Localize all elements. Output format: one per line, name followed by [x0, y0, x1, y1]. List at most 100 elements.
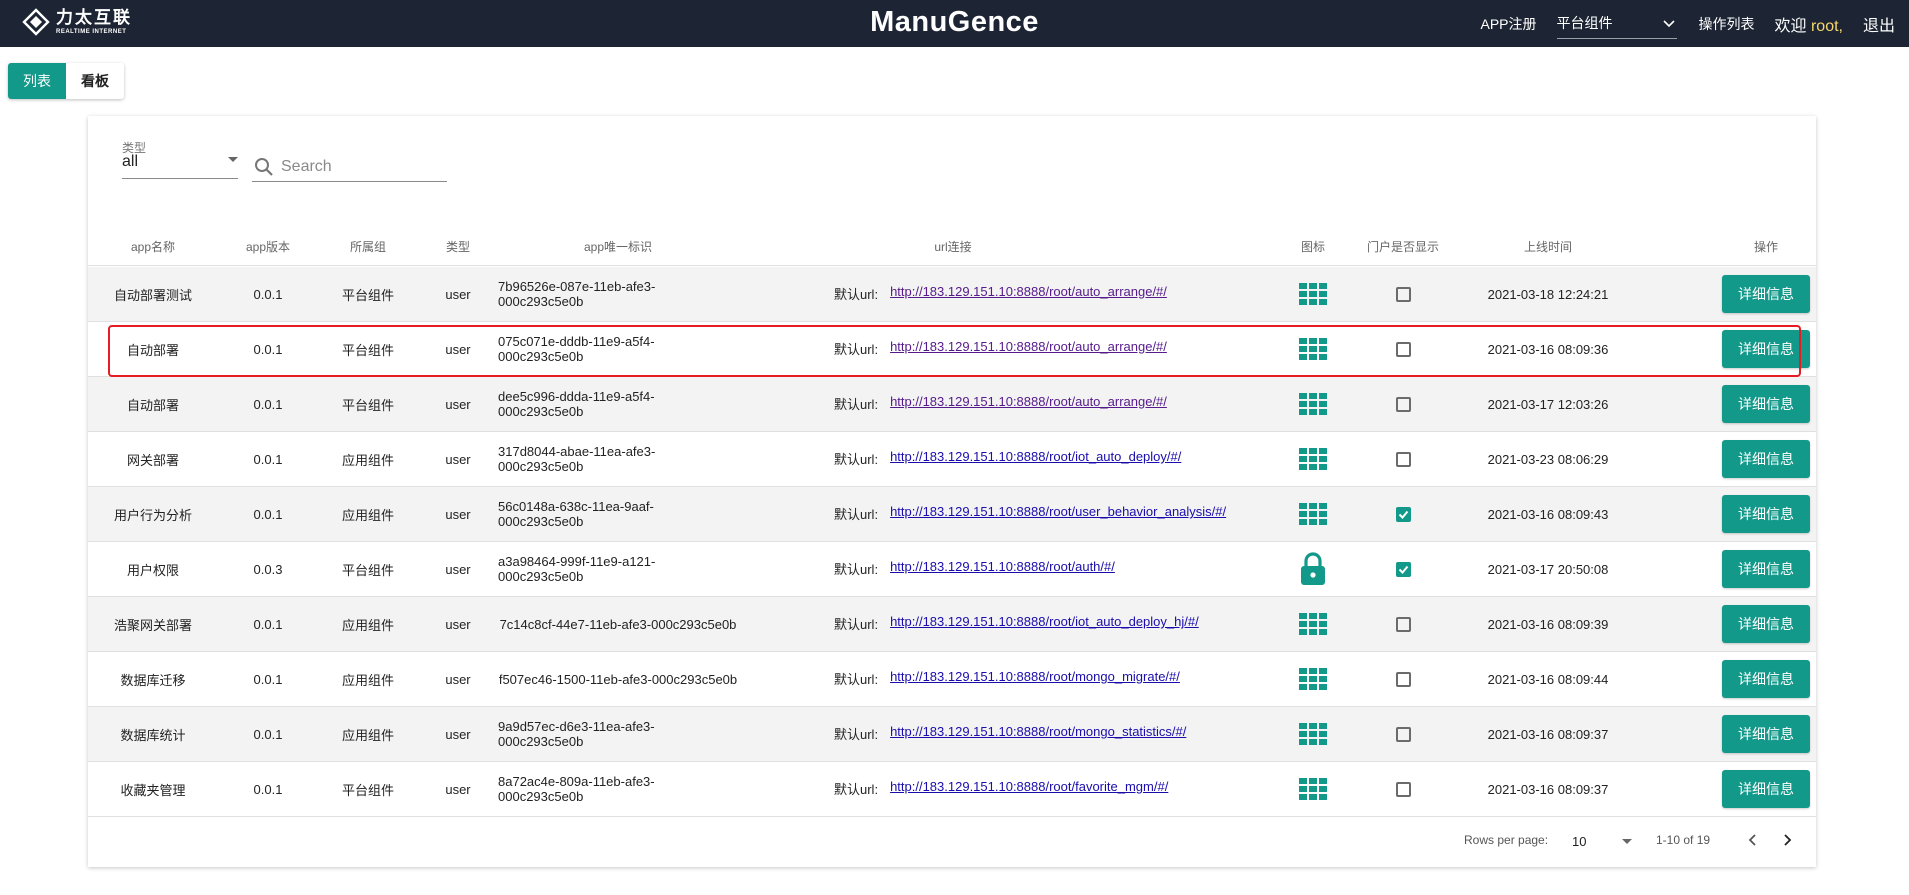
column-header-portal-visible[interactable]: 门户是否显示 [1338, 226, 1468, 266]
portal-visible-checkbox[interactable] [1395, 341, 1411, 357]
ops-list-link[interactable]: 操作列表 [1699, 14, 1755, 34]
portal-visible-checkbox[interactable] [1395, 671, 1411, 687]
app-url-link[interactable]: http://183.129.151.10:8888/root/favorite… [890, 779, 1168, 794]
table-row[interactable]: 自动部署 0.0.1 平台组件 user 075c071e-dddb-11e9-a5f4… [88, 322, 1816, 377]
rows-per-page-select[interactable]: 10 [1572, 828, 1632, 854]
app-url-link[interactable]: http://183.129.151.10:8888/root/iot_auto… [890, 449, 1181, 464]
app-name-cell: 自动部署 [126, 397, 179, 413]
app-name-cell: 收藏夹管理 [120, 782, 186, 798]
app-version-cell: 0.0.3 [253, 561, 283, 577]
column-header-type[interactable]: 类型 [418, 226, 498, 266]
online-time-cell: 2021-03-16 08:09:37 [1487, 781, 1609, 797]
grid-app-icon [1298, 448, 1328, 470]
table-row[interactable]: 收藏夹管理 0.0.1 平台组件 user 8a72ac4e-809a-11eb-afe… [88, 762, 1816, 817]
table-row[interactable]: 用户权限 0.0.3 平台组件 user a3a98464-999f-11e9-a121… [88, 542, 1816, 597]
logout-link[interactable]: 退出 [1863, 12, 1895, 36]
portal-visible-checkbox[interactable] [1395, 506, 1411, 522]
detail-info-button[interactable]: 详细信息 [1722, 550, 1810, 588]
online-time-cell: 2021-03-17 12:03:26 [1487, 396, 1609, 412]
app-version-cell: 0.0.1 [253, 671, 283, 687]
app-version-cell: 0.0.1 [253, 726, 283, 742]
type-cell: user [445, 671, 471, 687]
column-header-icon[interactable]: 图标 [1288, 226, 1338, 266]
detail-info-button[interactable]: 详细信息 [1722, 440, 1810, 478]
url-cell: 默认url: http://183.129.151.10:8888/root/au… [834, 267, 1284, 321]
column-header-online-time[interactable]: 上线时间 [1468, 226, 1628, 266]
column-header-group[interactable]: 所属组 [318, 226, 418, 266]
portal-visible-checkbox[interactable] [1395, 396, 1411, 412]
portal-visible-checkbox[interactable] [1395, 561, 1411, 577]
detail-info-button[interactable]: 详细信息 [1722, 385, 1810, 423]
table-row[interactable]: 网关部署 0.0.1 应用组件 user 317d8044-abae-11ea-afe3… [88, 432, 1816, 487]
app-uid-cell: 9a9d57ec-d6e3-11ea-afe3-000c293c5e0b [498, 719, 655, 749]
list-view-button[interactable]: 列表 [8, 63, 66, 99]
column-header-app-name[interactable]: app名称 [88, 226, 218, 266]
caret-down-icon [228, 157, 238, 162]
portal-visible-cell [1338, 487, 1468, 541]
type-cell: user [445, 396, 471, 412]
table-row[interactable]: 数据库统计 0.0.1 应用组件 user 9a9d57ec-d6e3-11ea-afe… [88, 707, 1816, 762]
actions-cell: 详细信息 [1716, 542, 1816, 596]
default-url-label: 默认url: [834, 672, 879, 687]
app-url-link[interactable]: http://183.129.151.10:8888/root/mongo_mi… [890, 669, 1180, 684]
next-page-button[interactable] [1776, 829, 1798, 851]
group-cell: 平台组件 [341, 397, 394, 413]
group-select[interactable]: 平台组件 [1556, 9, 1677, 39]
table-pagination: Rows per page: 10 1-10 of 19 [88, 821, 1816, 867]
prev-page-button[interactable] [1742, 829, 1764, 851]
portal-visible-checkbox[interactable] [1395, 781, 1411, 797]
detail-info-button[interactable]: 详细信息 [1722, 495, 1810, 533]
portal-visible-checkbox[interactable] [1395, 726, 1411, 742]
type-filter-value: all [122, 153, 139, 170]
view-toggle: 列表 看板 [8, 63, 124, 99]
app-url-link[interactable]: http://183.129.151.10:8888/root/auto_arr… [890, 339, 1167, 354]
online-time-cell: 2021-03-17 20:50:08 [1487, 561, 1609, 577]
app-url-link[interactable]: http://183.129.151.10:8888/root/auth/#/ [890, 559, 1115, 574]
online-time-cell: 2021-03-16 08:09:37 [1487, 726, 1609, 742]
online-time-cell: 2021-03-16 08:09:36 [1487, 341, 1609, 357]
app-uid-cell: 7c14c8cf-44e7-11eb-afe3-000c293c5e0b [499, 616, 737, 632]
app-icon-cell [1288, 707, 1338, 761]
group-cell: 平台组件 [341, 287, 394, 303]
portal-visible-cell [1338, 322, 1468, 376]
type-filter-select[interactable]: 类型 all [122, 139, 238, 179]
portal-visible-checkbox[interactable] [1395, 286, 1411, 302]
table-row[interactable]: 自动部署 0.0.1 平台组件 user dee5c996-ddda-11e9-a5f4… [88, 377, 1816, 432]
search-input[interactable] [281, 157, 441, 176]
board-view-button[interactable]: 看板 [66, 63, 124, 99]
detail-info-button[interactable]: 详细信息 [1722, 605, 1810, 643]
url-cell: 默认url: http://183.129.151.10:8888/root/mo… [834, 707, 1284, 761]
app-url-link[interactable]: http://183.129.151.10:8888/root/auto_arr… [890, 394, 1167, 409]
detail-info-button[interactable]: 详细信息 [1722, 715, 1810, 753]
detail-info-button[interactable]: 详细信息 [1722, 330, 1810, 368]
app-version-cell: 0.0.1 [253, 396, 283, 412]
default-url-label: 默认url: [834, 287, 879, 302]
portal-visible-checkbox[interactable] [1395, 451, 1411, 467]
app-icon-cell [1288, 542, 1338, 596]
app-url-link[interactable]: http://183.129.151.10:8888/root/mongo_st… [890, 724, 1186, 739]
table-row[interactable]: 浩聚网关部署 0.0.1 应用组件 user 7c14c8cf-44e7-11eb-af… [88, 597, 1816, 652]
type-cell: user [445, 781, 471, 797]
detail-info-button[interactable]: 详细信息 [1722, 770, 1810, 808]
app-uid-cell: 8a72ac4e-809a-11eb-afe3-000c293c5e0b [498, 774, 655, 804]
app-icon-cell [1288, 597, 1338, 651]
app-register-link[interactable]: APP注册 [1480, 14, 1536, 34]
table-row[interactable]: 用户行为分析 0.0.1 应用组件 user 56c0148a-638c-11ea-9a… [88, 487, 1816, 542]
app-url-link[interactable]: http://183.129.151.10:8888/root/auto_arr… [890, 284, 1167, 299]
app-url-link[interactable]: http://183.129.151.10:8888/root/user_beh… [890, 504, 1226, 519]
online-time-cell: 2021-03-18 12:24:21 [1487, 286, 1609, 302]
detail-info-button[interactable]: 详细信息 [1722, 660, 1810, 698]
portal-visible-checkbox[interactable] [1395, 616, 1411, 632]
group-cell: 应用组件 [341, 727, 394, 743]
column-header-url[interactable]: url连接 [738, 226, 1168, 266]
company-logo[interactable]: 力太互联 REALTIME INTERNET [22, 8, 132, 36]
actions-cell: 详细信息 [1716, 762, 1816, 816]
grid-app-icon [1298, 778, 1328, 800]
detail-info-button[interactable]: 详细信息 [1722, 275, 1810, 313]
column-header-app-version[interactable]: app版本 [218, 226, 318, 266]
table-row[interactable]: 自动部署测试 0.0.1 平台组件 user 7b96526e-087e-11eb-af… [88, 267, 1816, 322]
column-header-app-uid[interactable]: app唯一标识 [498, 226, 738, 266]
table-row[interactable]: 数据库迁移 0.0.1 应用组件 user f507ec46-1500-11eb-afe… [88, 652, 1816, 707]
app-url-link[interactable]: http://183.129.151.10:8888/root/iot_auto… [890, 614, 1199, 629]
actions-cell: 详细信息 [1716, 267, 1816, 321]
